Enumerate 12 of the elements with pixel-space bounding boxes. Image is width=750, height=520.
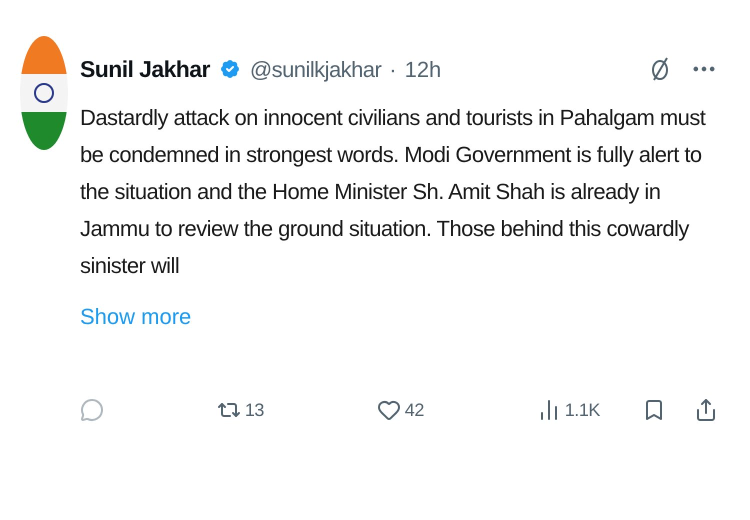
heart-icon[interactable] (376, 398, 401, 422)
action-count: 1.1K (564, 398, 600, 422)
share-icon[interactable] (694, 398, 718, 422)
slashed-circle-icon[interactable] (650, 56, 670, 82)
author-handle[interactable]: @sunilkjakhar (250, 52, 382, 86)
flag-avatar-icon (20, 36, 68, 150)
separator: · (389, 56, 397, 84)
action-count: 42 (404, 398, 424, 422)
action-count: 13 (244, 398, 264, 422)
author-name[interactable]: Sunil Jakhar (80, 52, 210, 86)
post-time[interactable]: 12h (404, 52, 442, 86)
post-text: Dastardly attack on innocent civilians and tourists in Pahalgam must be condemned in strongest words. Modi Government is fully alert to the situation and the Home Minister Sh. Amit Shah is already in Jammu to review the ground situation. Those behind this cowardly sinister will (80, 104, 707, 280)
